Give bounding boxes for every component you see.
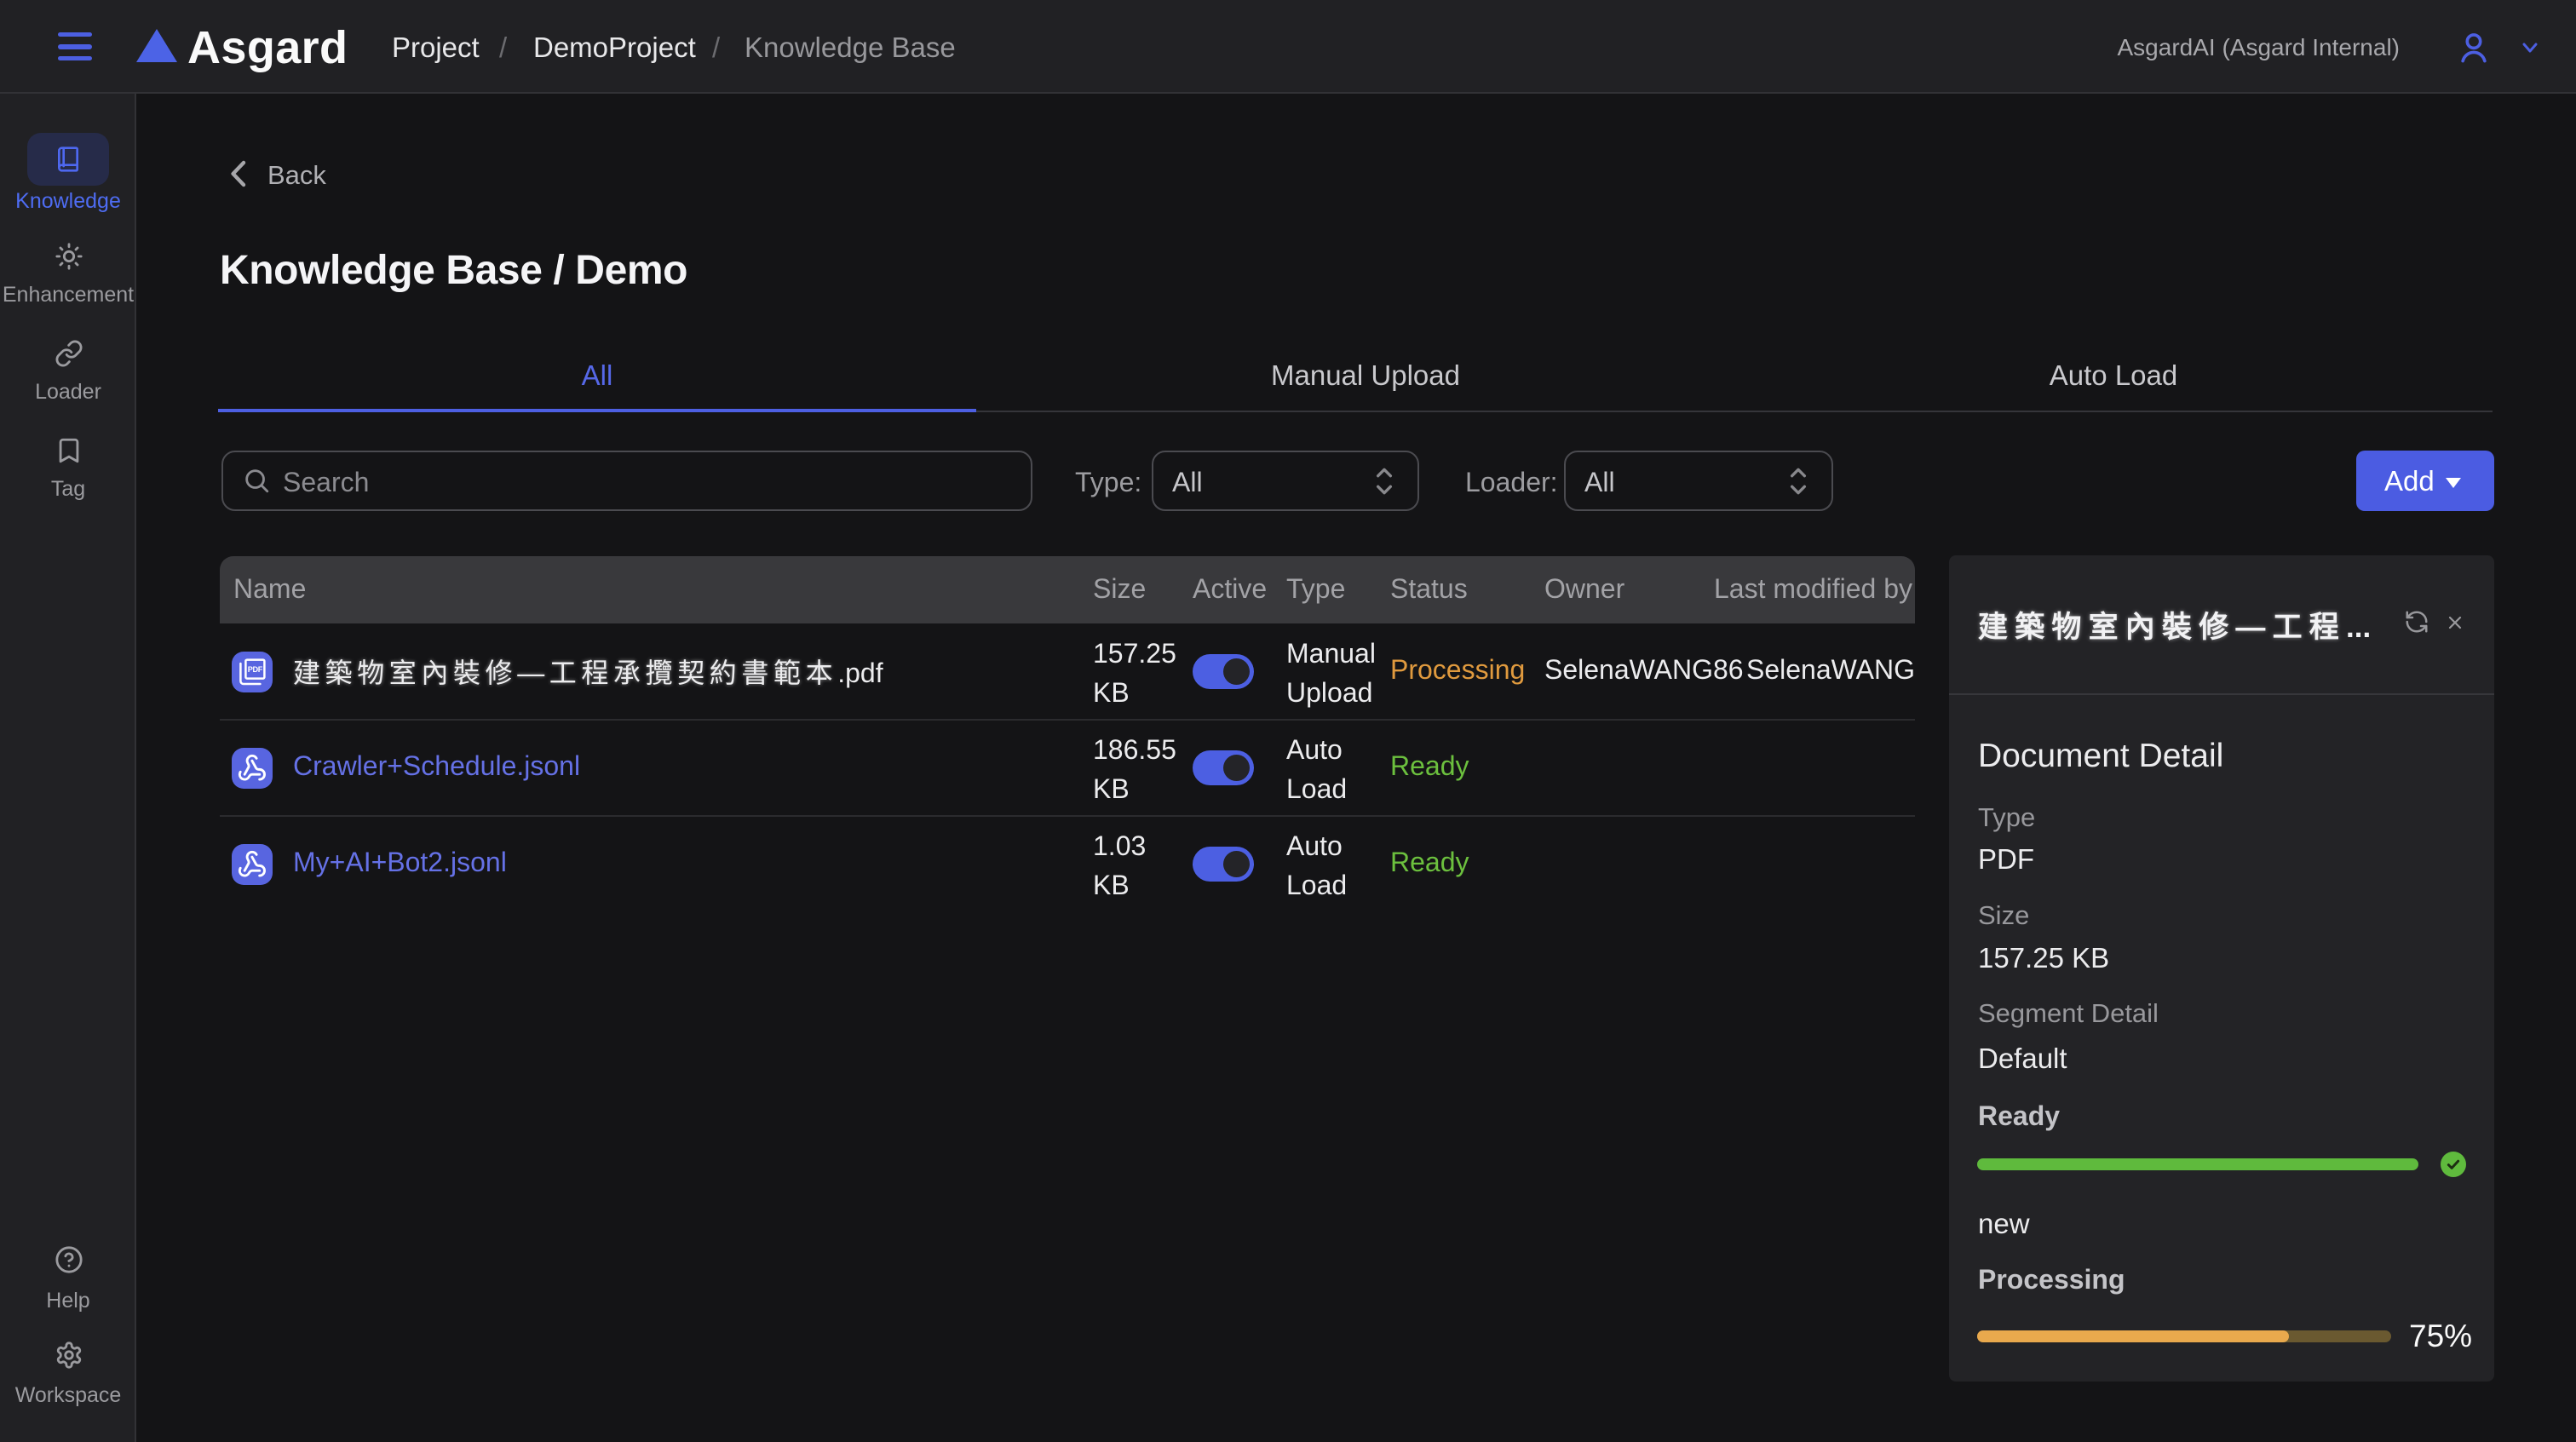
svg-text:PDF: PDF xyxy=(248,665,263,674)
